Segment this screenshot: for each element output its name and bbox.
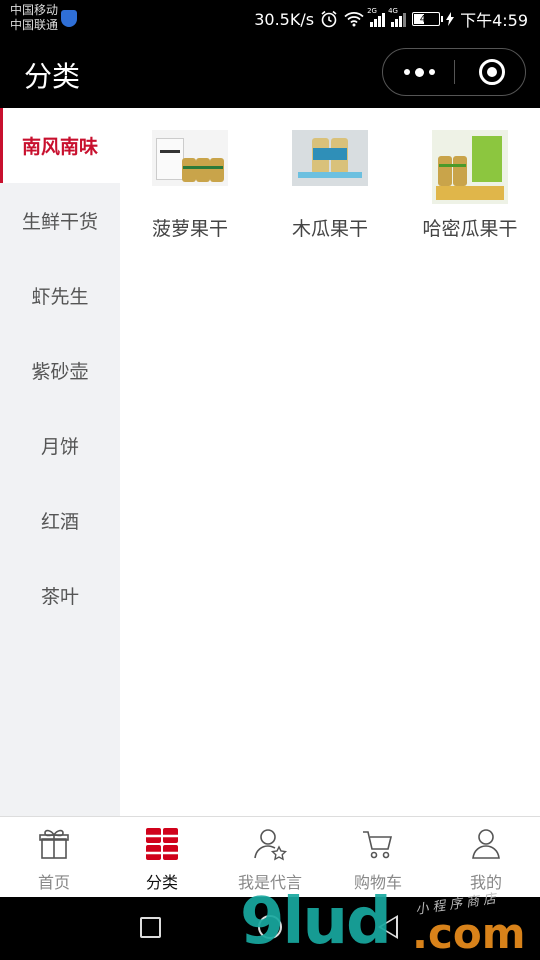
sidebar-item-mr-shrimp[interactable]: 虾先生 (0, 258, 120, 333)
product-card[interactable]: 哈密瓜果干 (400, 130, 540, 241)
wifi-icon (344, 12, 364, 27)
battery-level: 40 (419, 13, 433, 25)
battery-icon: 40 (412, 12, 444, 26)
tab-home[interactable]: 首页 (0, 817, 108, 897)
sidebar-item-teapot[interactable]: 紫砂壶 (0, 333, 120, 408)
carrier-2: 中国联通 (10, 18, 59, 32)
tab-label: 分类 (145, 873, 178, 892)
carrier-1: 中国移动 (10, 3, 59, 17)
nav-header: 分类 (0, 38, 540, 108)
carrier-info: 中国移动 中国联通 (10, 3, 58, 33)
tab-label: 首页 (37, 873, 70, 892)
mini-program-capsule (382, 48, 526, 96)
product-card[interactable]: 木瓜果干 (260, 130, 400, 241)
bottom-tab-bar: 首页 分类 我是代言 购物车 我的 (0, 816, 540, 897)
sidebar-item-wine[interactable]: 红酒 (0, 483, 120, 558)
tab-label: 我的 (469, 873, 502, 892)
tab-label: 购物车 (353, 873, 402, 892)
product-photo-gift-box (152, 130, 228, 186)
product-name: 菠萝果干 (151, 218, 228, 240)
product-card[interactable]: 菠萝果干 (120, 130, 260, 241)
product-name: 哈密瓜果干 (422, 218, 518, 240)
alarm-icon (321, 10, 337, 28)
tab-label: 我是代言 (237, 873, 302, 892)
sidebar-item-seafood-dried[interactable]: 生鲜干货 (0, 183, 120, 258)
sidebar-item-nanfengnanwei[interactable]: 南风南味 (0, 108, 120, 183)
status-bar: 中国移动 中国联通 30.5K/s 2G 4G 40 下午4:59 (0, 0, 540, 38)
grid-icon (146, 828, 178, 860)
page-title: 分类 (24, 60, 81, 93)
tab-category[interactable]: 分类 (108, 817, 216, 897)
clock: 下午4:59 (460, 11, 528, 30)
tab-cart[interactable]: 购物车 (324, 817, 432, 897)
product-photo-gift-bag (432, 130, 508, 204)
more-menu-button[interactable] (383, 49, 455, 95)
tab-ambassador[interactable]: 我是代言 (216, 817, 324, 897)
user-star-icon (254, 829, 287, 861)
home-button[interactable] (258, 915, 282, 939)
tab-me[interactable]: 我的 (432, 817, 540, 897)
product-photo-cans (292, 130, 368, 186)
recent-apps-button[interactable] (140, 917, 161, 938)
cart-icon (363, 831, 393, 859)
charging-icon (446, 12, 455, 26)
signal-1-icon: 2G (367, 7, 386, 27)
shield-icon (61, 10, 77, 27)
category-sidebar: 南风南味 生鲜干货 虾先生 紫砂壶 月饼 红酒 茶叶 (0, 108, 120, 816)
capsule-divider (454, 60, 455, 84)
status-right: 30.5K/s 2G 4G 40 下午4:59 (254, 7, 528, 30)
product-name: 木瓜果干 (291, 218, 368, 240)
system-nav-bar (0, 897, 540, 960)
person-icon (472, 829, 500, 859)
sidebar-item-tea[interactable]: 茶叶 (0, 558, 120, 633)
back-button[interactable] (378, 915, 398, 939)
close-program-icon[interactable] (479, 59, 505, 85)
category-content: 南风南味 生鲜干货 虾先生 紫砂壶 月饼 红酒 茶叶 菠萝果干 木瓜果干 哈密瓜… (0, 108, 540, 816)
net-speed: 30.5K/s (254, 9, 315, 29)
sidebar-item-mooncake[interactable]: 月饼 (0, 408, 120, 483)
signal-2-icon: 4G (388, 7, 407, 27)
gift-icon (39, 829, 69, 859)
